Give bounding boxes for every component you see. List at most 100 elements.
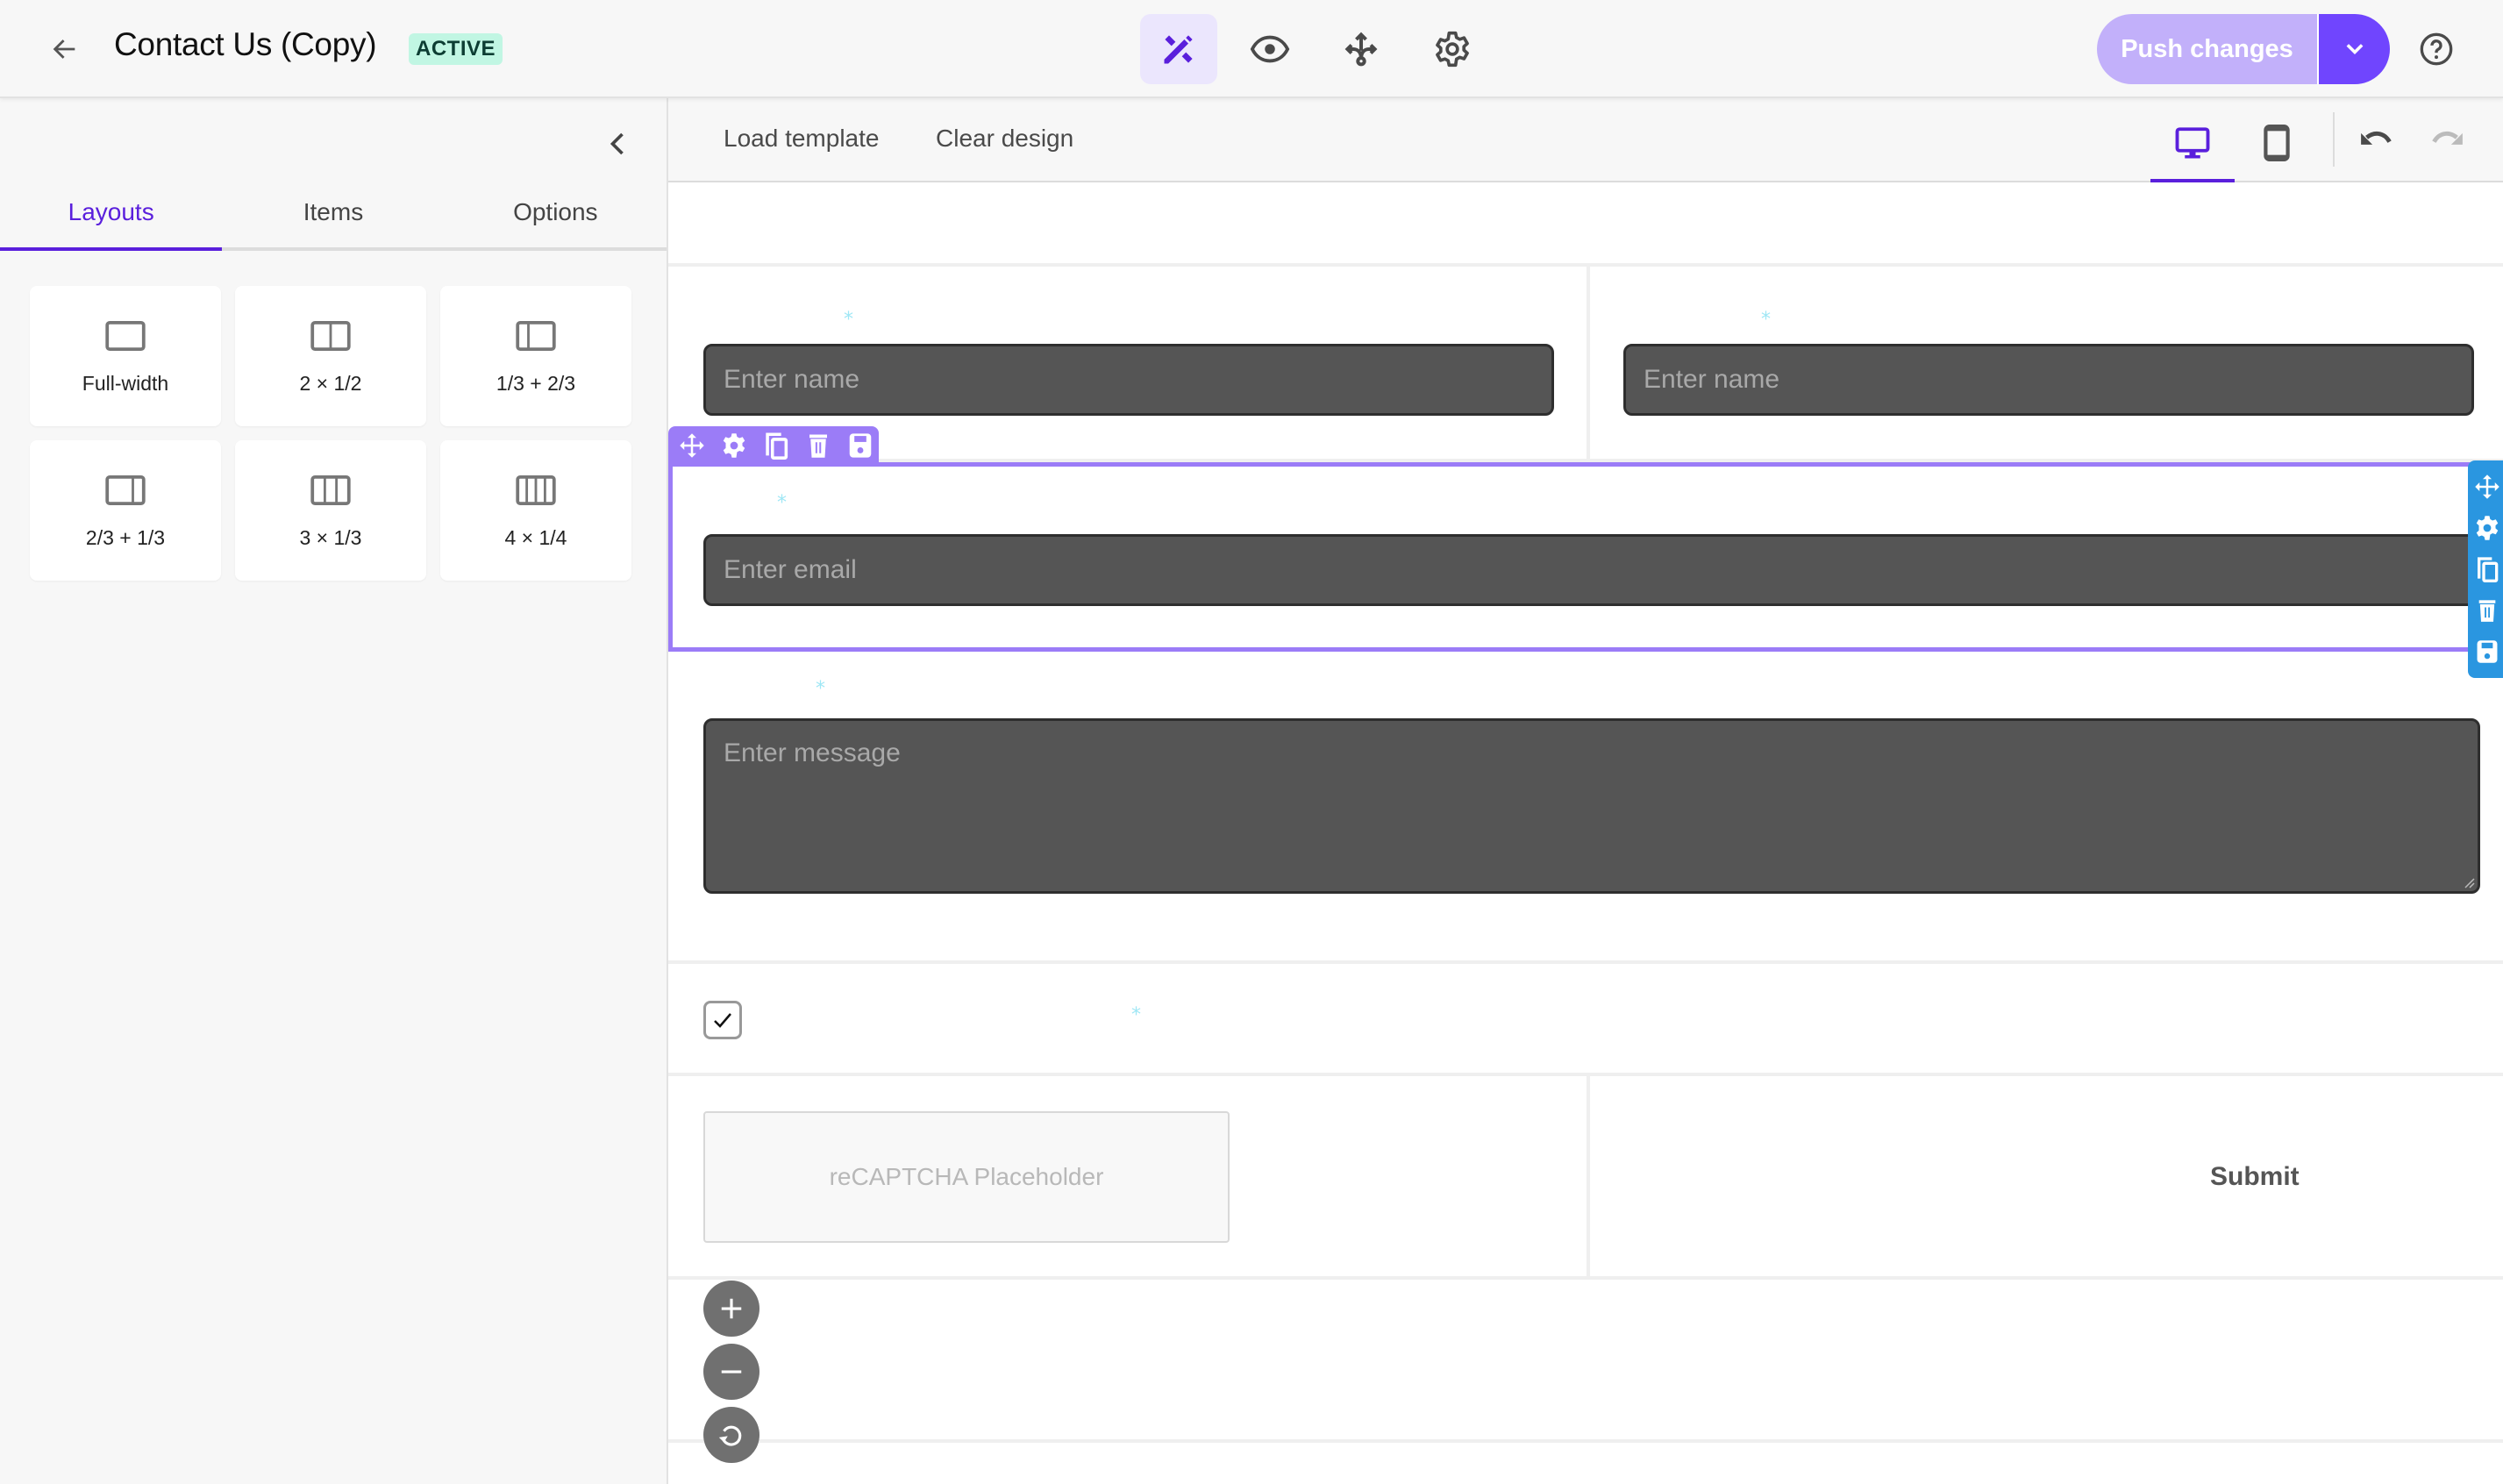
zoom-in-button[interactable] <box>703 1281 759 1337</box>
redo-button[interactable] <box>2425 121 2469 160</box>
zoom-out-button[interactable] <box>703 1344 759 1400</box>
mobile-view-button[interactable] <box>2235 105 2319 181</box>
preview-mode-button[interactable] <box>1231 14 1309 84</box>
undo-button[interactable] <box>2355 121 2399 160</box>
flow-mode-button[interactable] <box>1323 14 1400 84</box>
push-changes-button[interactable]: Push changes <box>2097 14 2319 84</box>
layout-two-halves[interactable]: 2 × 1/2 <box>235 286 426 426</box>
tab-items[interactable]: Items <box>222 186 444 247</box>
column-duplicate-button[interactable] <box>2470 552 2503 587</box>
layout-label: 3 × 1/3 <box>299 526 362 549</box>
zoom-reset-button[interactable] <box>703 1407 759 1463</box>
chevron-down-icon <box>2346 44 2363 54</box>
design-canvas: * Enter name * Enter name * Enter email <box>668 182 2503 1484</box>
email-input[interactable]: Enter email <box>703 534 2492 606</box>
push-options-dropdown[interactable] <box>2319 14 2390 84</box>
consent-checkbox[interactable] <box>703 1001 742 1039</box>
top-header: Contact Us (Copy) ACTIVE Push changes <box>0 0 2503 98</box>
sidebar-tabs: Layouts Items Options <box>0 186 667 251</box>
layout-label: 4 × 1/4 <box>504 526 567 549</box>
chevron-left-icon <box>610 132 624 155</box>
row-toolbar <box>668 426 879 465</box>
checkmark-icon <box>714 1013 731 1028</box>
required-marker: * <box>1131 1004 1141 1026</box>
layout-label: 1/3 + 2/3 <box>496 372 576 395</box>
row-delete-button[interactable] <box>800 427 837 464</box>
page-title: Contact Us (Copy) <box>114 26 377 62</box>
undo-icon <box>2361 131 2392 145</box>
row-settings-button[interactable] <box>716 427 752 464</box>
design-tools-icon <box>1164 35 1193 64</box>
layout-full-width-icon <box>105 321 146 351</box>
layout-third-two-thirds[interactable]: 1/3 + 2/3 <box>440 286 631 426</box>
help-circle-icon <box>2420 32 2453 66</box>
canvas-row-bottom <box>668 1280 2503 1443</box>
trash-icon <box>809 434 827 458</box>
trash-icon <box>2478 600 2496 622</box>
layout-four-quarters[interactable]: 4 × 1/4 <box>440 440 631 581</box>
layout-label: 2/3 + 1/3 <box>85 526 166 549</box>
layout-two-halves-icon <box>310 321 351 351</box>
gear-icon <box>723 433 745 458</box>
status-badge: ACTIVE <box>409 33 503 65</box>
layout-label: 2 × 1/2 <box>299 372 362 395</box>
row-move-button[interactable] <box>674 427 710 464</box>
help-button[interactable] <box>2417 30 2456 68</box>
canvas-row-email[interactable]: * Enter email <box>668 462 2503 652</box>
copy-icon <box>2478 557 2499 582</box>
plus-icon <box>721 1298 742 1319</box>
canvas-row-captcha-submit[interactable]: reCAPTCHA Placeholder Submit <box>668 1076 2503 1280</box>
required-marker: * <box>1761 309 1771 331</box>
row-duplicate-button[interactable] <box>758 427 795 464</box>
mobile-phone-icon <box>2264 125 2290 161</box>
redo-icon <box>2432 131 2463 145</box>
column-move-button[interactable] <box>2470 469 2503 504</box>
clear-design-button[interactable]: Clear design <box>936 125 1073 153</box>
arrow-left-icon <box>53 39 75 59</box>
name-input-right[interactable]: Enter name <box>1623 344 2474 416</box>
layout-third-two-thirds-icon <box>516 321 556 351</box>
back-button[interactable] <box>46 30 84 68</box>
layout-three-thirds[interactable]: 3 × 1/3 <box>235 440 426 581</box>
settings-mode-button[interactable] <box>1414 14 1491 84</box>
layout-label: Full-width <box>82 372 169 395</box>
column-delete-button[interactable] <box>2470 593 2503 628</box>
layout-three-thirds-icon <box>310 475 351 505</box>
required-marker: * <box>844 309 853 331</box>
canvas-row-names[interactable]: * Enter name * Enter name <box>668 267 2503 462</box>
move-arrows-icon <box>680 433 704 458</box>
column-divider <box>1587 267 1590 459</box>
save-floppy-icon <box>849 433 872 458</box>
gear-icon <box>1436 31 1469 68</box>
editor-toolbar: Load template Clear design <box>668 98 2503 182</box>
row-save-button[interactable] <box>842 427 879 464</box>
design-mode-button[interactable] <box>1140 14 1217 84</box>
mode-switcher <box>1140 14 1491 84</box>
push-changes-group: Push changes <box>2097 14 2390 84</box>
name-input-left[interactable]: Enter name <box>703 344 1554 416</box>
copy-icon <box>766 432 788 460</box>
layout-two-thirds-third[interactable]: 2/3 + 1/3 <box>30 440 221 581</box>
toolbar-divider <box>2333 112 2335 167</box>
layout-four-quarters-icon <box>516 475 556 505</box>
required-marker: * <box>816 678 825 700</box>
tab-layouts[interactable]: Layouts <box>0 186 223 251</box>
column-divider <box>1587 1076 1590 1276</box>
desktop-view-button[interactable] <box>2150 105 2235 182</box>
column-settings-button[interactable] <box>2470 510 2503 546</box>
eye-icon <box>1250 35 1290 63</box>
required-marker: * <box>777 492 787 514</box>
collapse-sidebar-button[interactable] <box>602 125 633 163</box>
resize-handle-icon[interactable] <box>2463 876 2475 888</box>
reset-rotate-icon <box>718 1425 742 1446</box>
canvas-row-consent[interactable]: * <box>668 964 2503 1076</box>
recaptcha-placeholder: reCAPTCHA Placeholder <box>703 1111 1230 1243</box>
load-template-button[interactable]: Load template <box>724 125 879 153</box>
canvas-row-message[interactable]: * Enter message <box>668 652 2503 964</box>
submit-button[interactable]: Submit <box>2210 1162 2300 1192</box>
message-textarea[interactable]: Enter message <box>703 718 2480 894</box>
tab-options[interactable]: Options <box>445 186 667 247</box>
left-sidebar: Layouts Items Options Full-width 2 × 1/2… <box>0 98 668 1484</box>
layout-full-width[interactable]: Full-width <box>30 286 221 426</box>
layout-grid: Full-width 2 × 1/2 1/3 + 2/3 2/3 + 1/3 3… <box>30 286 631 581</box>
